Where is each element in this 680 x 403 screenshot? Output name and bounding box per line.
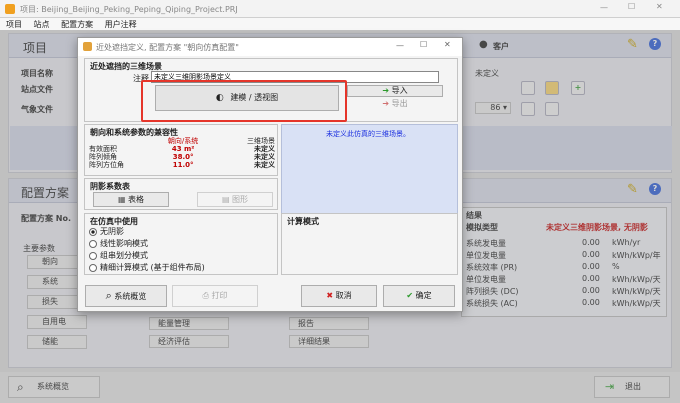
row-area-label: 有效面积 bbox=[89, 145, 117, 153]
menu-item-notes[interactable]: 用户注释 bbox=[105, 20, 137, 29]
ok-button[interactable]: ✔ 确定 bbox=[383, 285, 455, 307]
table-icon: ▦ bbox=[117, 195, 126, 204]
export-arrow-icon: ➔ bbox=[382, 99, 390, 108]
cancel-x-icon: ✖ bbox=[326, 291, 334, 300]
preview-message: 未定义此仿真的三维场景。 bbox=[326, 130, 410, 138]
menu-bar: 项目 站点 配置方案 用户注释 bbox=[0, 18, 680, 30]
row-tilt-scene: 未定义 bbox=[254, 153, 275, 161]
graph-icon: ▤ bbox=[221, 195, 230, 204]
usage-option-none[interactable]: 无阴影 bbox=[89, 226, 124, 237]
menu-item-project[interactable]: 项目 bbox=[6, 20, 22, 29]
header-scene: 三维场景 bbox=[247, 137, 275, 145]
header-system: 朝向/系统 bbox=[167, 137, 199, 145]
row-tilt-label: 阵列倾角 bbox=[89, 153, 117, 161]
window-titlebar: 项目: Beijing_Beijing_Peking_Peping_Qiping… bbox=[0, 0, 680, 18]
radio-detailed[interactable] bbox=[89, 263, 97, 272]
shading-table-group: 阴影系数表 ▦ 表格 ▤ 图形 bbox=[84, 178, 278, 210]
magnifier-icon-2: ⌕ bbox=[105, 289, 112, 302]
usage-option-strings[interactable]: 组串划分模式 bbox=[89, 250, 148, 261]
table-button[interactable]: ▦ 表格 bbox=[93, 192, 169, 207]
radio-strings[interactable] bbox=[89, 251, 97, 260]
usage-option-linear[interactable]: 线性影响模式 bbox=[89, 238, 148, 249]
minimize-button[interactable]: — bbox=[600, 3, 608, 12]
import-button[interactable]: ➔ 导入 bbox=[347, 85, 443, 97]
menu-item-site[interactable]: 站点 bbox=[34, 20, 50, 29]
dialog-maximize-button[interactable]: ☐ bbox=[420, 40, 427, 49]
import-arrow-icon: ➔ bbox=[382, 86, 390, 95]
graph-button[interactable]: ▤ 图形 bbox=[197, 192, 273, 207]
row-azimuth-scene: 未定义 bbox=[254, 161, 275, 169]
calc-mode-group: 计算模式 bbox=[281, 213, 458, 275]
highlight-frame bbox=[141, 80, 347, 122]
compatibility-group: 朝向和系统参数的兼容性 朝向/系统 三维场景 有效面积 43 m² 未定义 阵列… bbox=[84, 124, 278, 176]
checkmark-icon: ✔ bbox=[406, 291, 414, 300]
usage-option-detailed[interactable]: 精细计算模式 (基于组件布局) bbox=[89, 262, 205, 273]
radio-linear[interactable] bbox=[89, 239, 97, 248]
compatibility-table: 朝向/系统 三维场景 有效面积 43 m² 未定义 阵列倾角 38.0° 未定义… bbox=[87, 137, 277, 169]
dialog-app-icon bbox=[83, 42, 92, 51]
row-azimuth-system: 11.0° bbox=[172, 161, 194, 169]
dialog-close-button[interactable]: ✕ bbox=[444, 40, 451, 49]
dialog-titlebar: 近处遮挡定义, 配置方案 "朝向仿真配置" — ☐ ✕ bbox=[78, 38, 462, 56]
export-button[interactable]: ➔ 导出 bbox=[347, 99, 443, 111]
usage-group: 在仿真中使用 无阴影 线性影响模式 组串划分模式 精细计算模式 (基于组件布局) bbox=[84, 213, 278, 275]
row-area-system: 43 m² bbox=[171, 145, 195, 153]
dialog-minimize-button[interactable]: — bbox=[396, 41, 404, 50]
row-azimuth-label: 阵列方位角 bbox=[89, 161, 124, 169]
row-area-scene: 未定义 bbox=[254, 145, 275, 153]
radio-none[interactable] bbox=[89, 227, 97, 236]
menu-item-config[interactable]: 配置方案 bbox=[61, 20, 93, 29]
row-tilt-system: 38.0° bbox=[172, 153, 194, 161]
cancel-button[interactable]: ✖ 取消 bbox=[301, 285, 377, 307]
near-shading-dialog: 近处遮挡定义, 配置方案 "朝向仿真配置" — ☐ ✕ 近处遮挡的三维场景 注释… bbox=[77, 37, 463, 312]
maximize-button[interactable]: ☐ bbox=[628, 2, 635, 11]
print-button[interactable]: ⎙ 打印 bbox=[172, 285, 258, 307]
app-icon bbox=[5, 4, 15, 14]
close-window-button[interactable]: ✕ bbox=[656, 2, 663, 11]
printer-icon: ⎙ bbox=[202, 291, 209, 300]
shading-table-label: 阴影系数表 bbox=[90, 182, 130, 191]
window-title: 项目: Beijing_Beijing_Peking_Peping_Qiping… bbox=[20, 5, 238, 14]
calc-mode-label: 计算模式 bbox=[287, 217, 319, 226]
dialog-overview-button[interactable]: ⌕ 系统概览 bbox=[85, 285, 167, 307]
dialog-title: 近处遮挡定义, 配置方案 "朝向仿真配置" bbox=[96, 43, 239, 52]
